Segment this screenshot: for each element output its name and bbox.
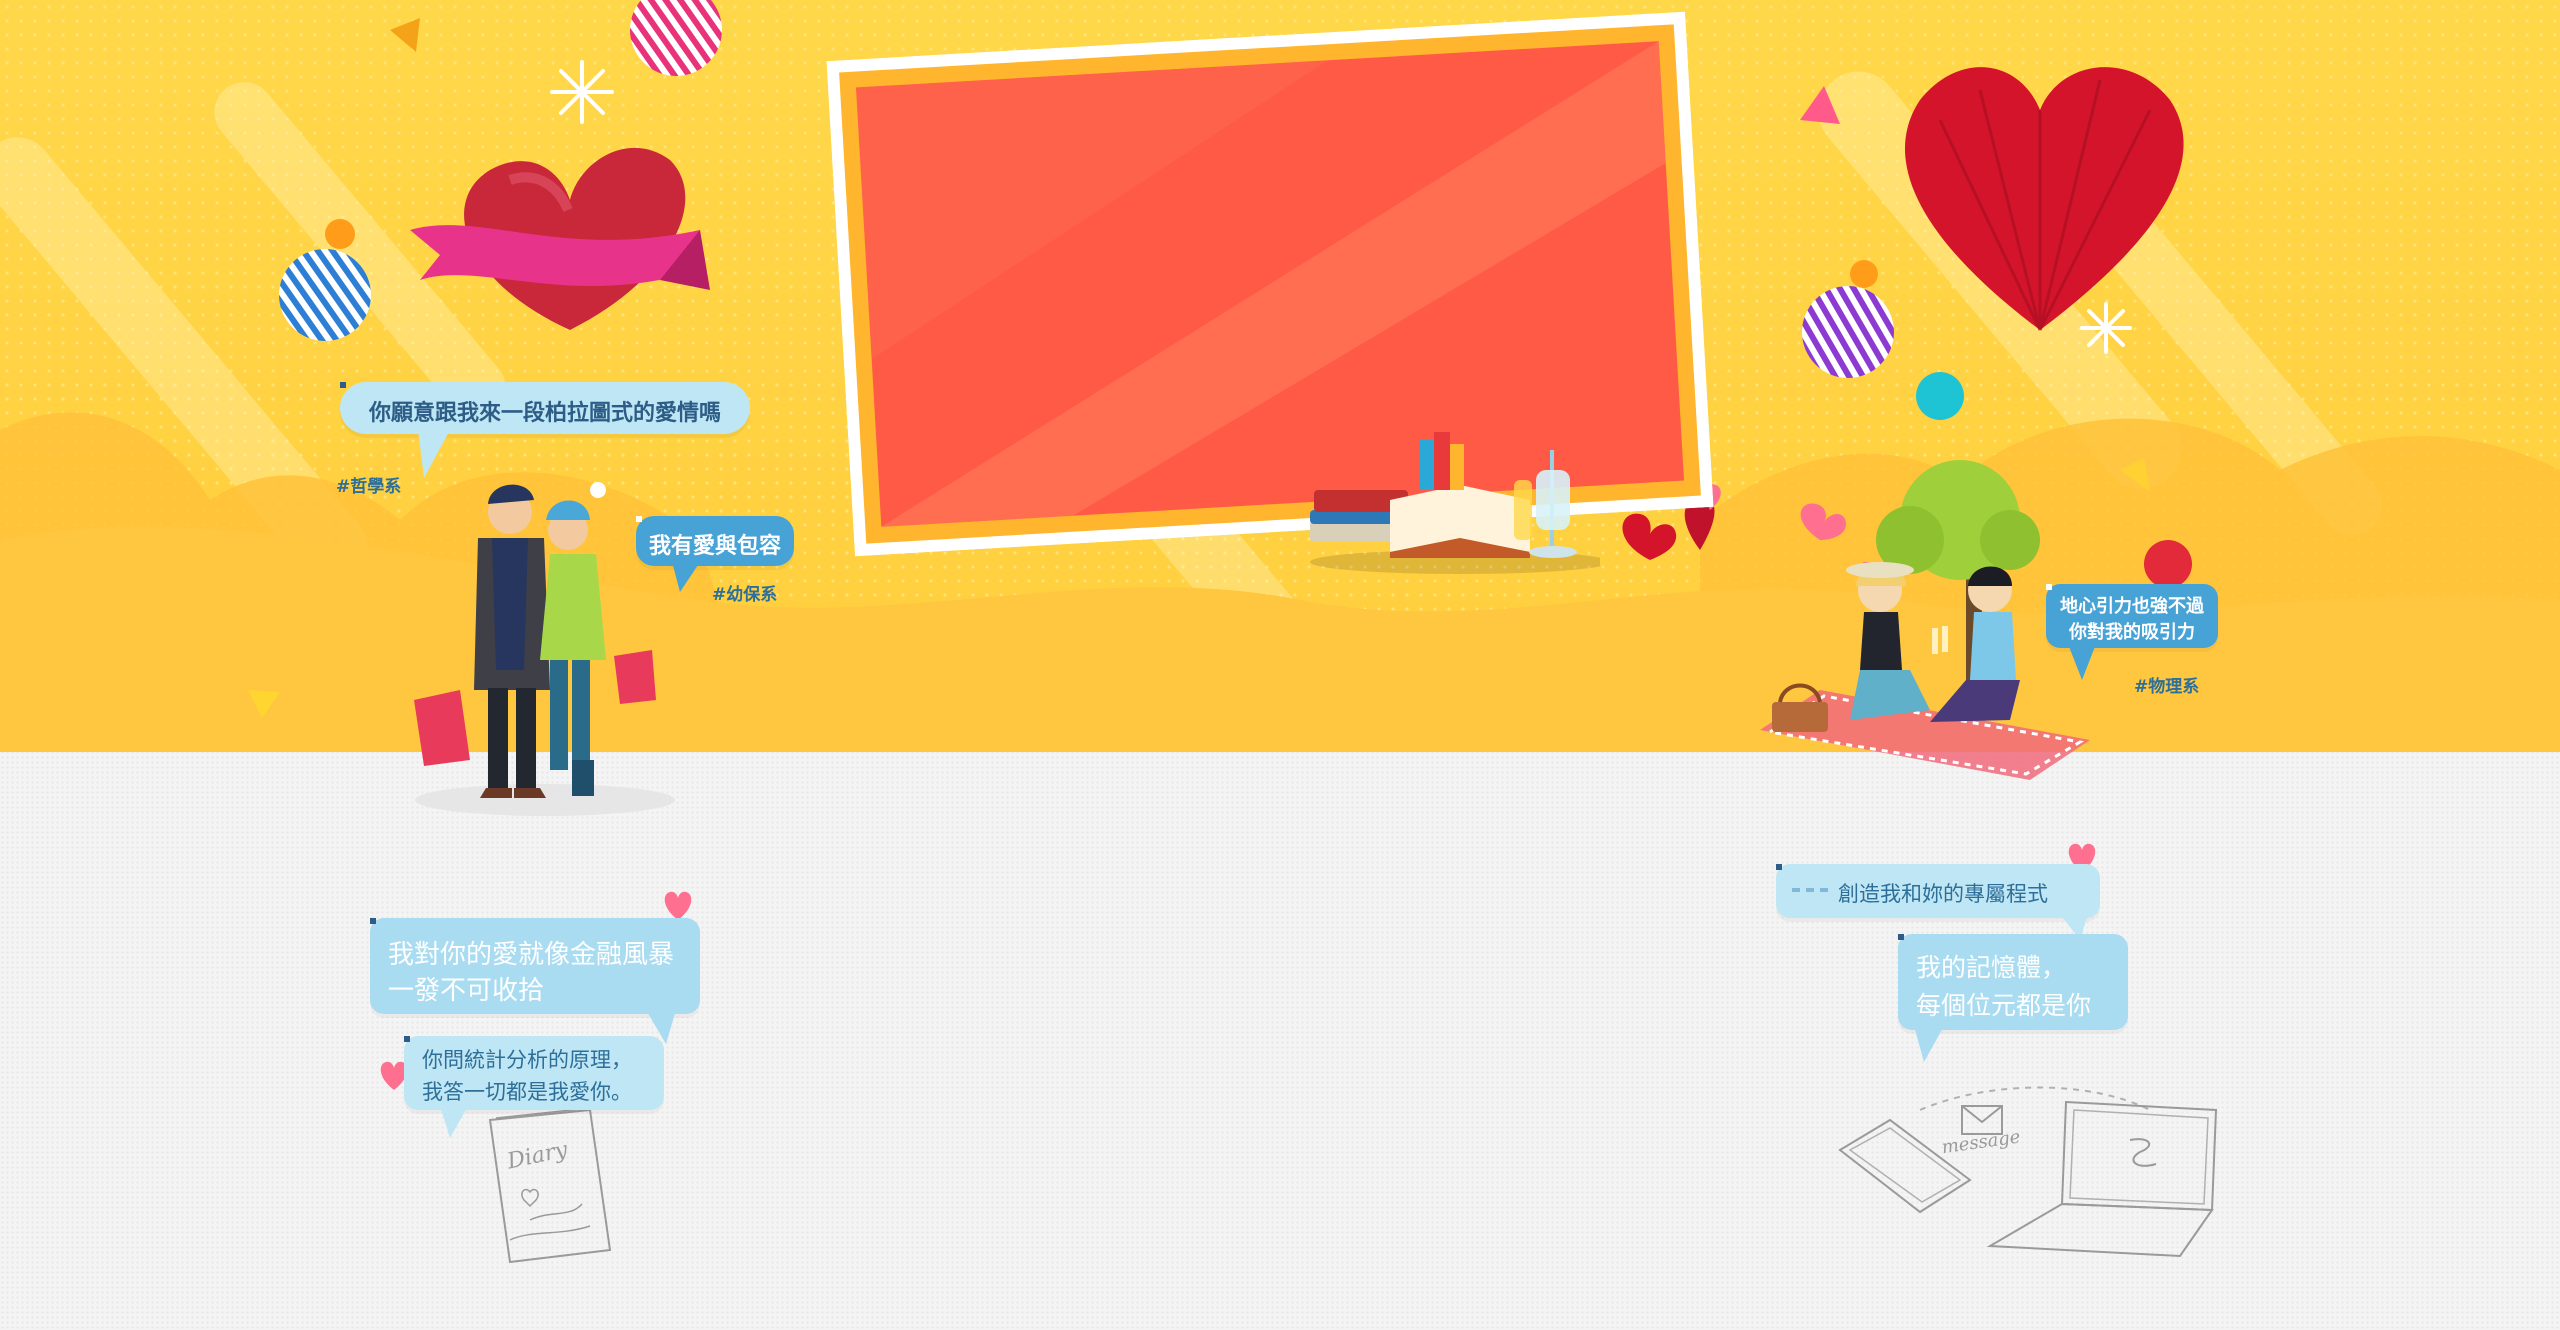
striped-ball-pink	[630, 0, 722, 76]
stats-text-2: 我答一切都是我愛你。	[422, 1080, 632, 1104]
message-label: message	[1940, 1126, 2021, 1158]
philosophy-bubble: 你願意跟我來一段柏拉圖式的愛情嗎	[340, 382, 750, 434]
heart-ribbon-icon	[410, 147, 710, 330]
physics-tag: #物理系	[2134, 677, 2200, 697]
banner-stage: Diary message 你願意跟我來一段柏拉圖式的愛情嗎 #哲學系 我有愛與…	[0, 0, 2560, 1330]
physics-bubble-tail	[2068, 644, 2096, 680]
memory-bubble: 我的記憶體， 每個位元都是你	[1898, 934, 2128, 1030]
preschool-bubble: 我有愛與包容	[636, 516, 794, 566]
memory-text-2: 每個位元都是你	[1916, 991, 2092, 1020]
diary-label: Diary	[504, 1137, 570, 1174]
memory-text-1: 我的記憶體，	[1916, 953, 2067, 982]
small-ball-teal	[1916, 372, 1964, 420]
couple-shopping-illustration	[414, 482, 675, 816]
preschool-tag: #幼保系	[712, 585, 778, 605]
books-flask-icon	[1310, 432, 1600, 574]
program-text: 創造我和妳的專屬程式	[1838, 882, 2048, 906]
preschool-text: 我有愛與包容	[648, 534, 781, 559]
finance-text-2: 一發不可收拾	[388, 976, 545, 1006]
physics-text-1: 地心引力也強不過	[2060, 596, 2204, 617]
diary-doodle-icon: Diary	[488, 1107, 612, 1264]
small-ball-orange-right	[1850, 260, 1878, 288]
heart-icon	[664, 891, 692, 920]
finance-bubble: 我對你的愛就像金融風暴 一發不可收拾	[370, 918, 700, 1014]
philosophy-tag: #哲學系	[336, 477, 402, 497]
devices-doodle-icon: message	[1838, 1086, 2218, 1258]
small-ball-orange	[325, 219, 355, 249]
memory-bubble-tail	[1914, 1026, 1944, 1062]
physics-bubble: 地心引力也強不過 你對我的吸引力	[2046, 584, 2218, 648]
program-bubble: 創造我和妳的專屬程式	[1776, 864, 2100, 918]
stats-text-1: 你問統計分析的原理，	[422, 1048, 632, 1072]
striped-ball-blue	[279, 249, 371, 341]
preschool-bubble-tail	[672, 562, 700, 592]
stats-bubble: 你問統計分析的原理， 我答一切都是我愛你。	[404, 1036, 664, 1110]
physics-text-2: 你對我的吸引力	[2069, 622, 2195, 643]
philosophy-bubble-tail	[418, 430, 450, 478]
paper-heart-icon	[1905, 67, 2184, 331]
stats-bubble-tail	[440, 1106, 468, 1138]
dash-icon	[1792, 888, 1828, 892]
philosophy-text: 你願意跟我來一段柏拉圖式的愛情嗎	[368, 401, 721, 426]
finance-text-1: 我對你的愛就像金融風暴	[388, 940, 675, 970]
